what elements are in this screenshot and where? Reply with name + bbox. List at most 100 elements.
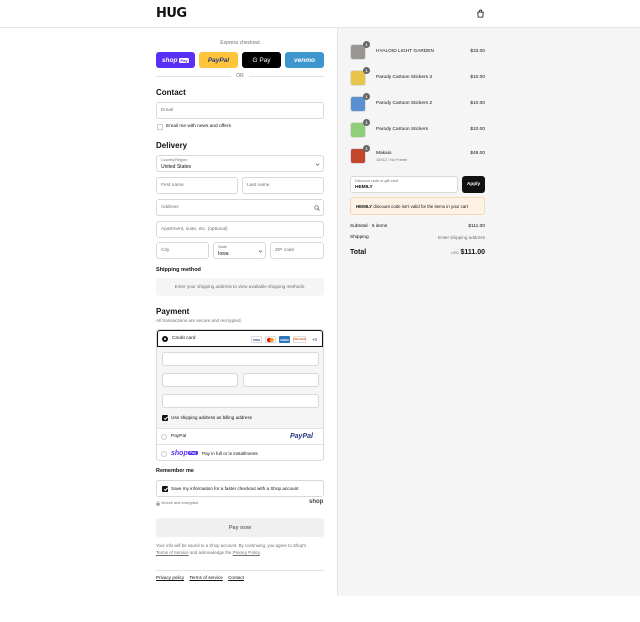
quantity-badge: 1 [363,41,370,48]
footer-divider [156,570,324,571]
legal-text: Your info will be saved to a Shop accoun… [156,542,324,556]
shipping-method-heading: Shipping method [156,267,201,273]
quantity-badge: 1 [363,67,370,74]
paypal-button[interactable]: PayPal [199,52,238,68]
legal-line-end: . [259,550,261,555]
city-field[interactable]: City [156,242,209,259]
privacy-policy-link[interactable]: Privacy Policy [233,550,260,555]
product-name: Parody Cartoon Stickers [376,127,428,132]
paypal-radio[interactable] [161,434,167,440]
card-form: Use shipping address as billing address [157,347,323,428]
paypal-label: PayPal [207,56,230,64]
footer-contact-link[interactable]: Contact [228,575,244,580]
billing-address-checkbox[interactable] [162,415,168,421]
venmo-button[interactable]: venmo [285,52,324,68]
lock-icon [156,501,160,506]
shop-logo: shop [309,499,324,505]
payment-heading: Payment [156,307,190,316]
product-name: Parody Cartoon Stickers 2 [376,101,432,106]
last-name-field[interactable]: Last name [242,177,324,194]
expiration-field[interactable] [162,373,238,387]
remember-me-label: Save my information for a faster checkou… [171,486,299,491]
product-variant: 10X12 / No Frame [376,158,408,162]
discount-error-code: HEMILY [356,203,373,209]
zip-placeholder: ZIP code [275,248,295,253]
security-code-field[interactable] [243,373,319,387]
footer-terms-link[interactable]: Terms of service [189,575,222,580]
remember-me-heading: Remember me [156,468,194,474]
discover-icon: DISCOVER [293,336,306,343]
email-field[interactable]: Email [156,102,324,119]
footer-privacy-link[interactable]: Privacy policy [156,575,184,580]
express-checkout-title: Express checkout [220,40,260,46]
product-price: $48.00 [470,151,485,156]
discount-error-banner: HEMILY discount code isn't valid for the… [350,197,485,215]
name-on-card-field[interactable] [162,394,319,408]
shop-pay-radio[interactable] [161,451,167,457]
first-name-field[interactable]: First name [156,177,238,194]
zip-field[interactable]: ZIP code [270,242,324,259]
country-select[interactable]: Country/Region United States [156,155,324,172]
footer-links: Privacy policy Terms of service Contact [156,575,244,580]
newsletter-label: Email me with news and offers [166,124,231,129]
order-line-item: 1 HYALOID LIGHT GARDEN $33.00 [350,41,485,62]
google-pay-button[interactable]: G Pay [242,52,281,68]
store-logo[interactable]: HUG [156,6,187,21]
amex-icon: AMEX [279,336,290,343]
product-name: Parody Cartoon Stickers 3 [376,75,432,80]
mastercard-icon [265,336,276,343]
payment-subtitle: All transactions are secure and encrypte… [156,318,242,323]
shop-pay-badge: Pay [178,57,190,63]
payment-methods: Credit card VISA AMEX DISCOVER +4 Use sh… [156,329,324,461]
contact-heading: Contact [156,88,186,97]
credit-card-radio[interactable] [162,336,168,342]
paypal-option[interactable]: PayPal PayPal [157,428,323,444]
subtotal-value: $111.00 [468,224,485,229]
discount-code-field[interactable]: Discount code or gift card HEMILY [350,176,458,193]
quantity-badge: 1 [363,145,370,152]
country-value: United States [161,164,192,170]
apply-discount-button[interactable]: Apply [462,176,485,193]
product-price: $10.00 [470,101,485,106]
shop-pay-option[interactable]: shop Pay Pay in full or in installments [157,444,323,460]
last-name-placeholder: Last name [247,183,270,188]
credit-card-option[interactable]: Credit card VISA AMEX DISCOVER +4 [157,330,323,347]
product-price: $10.00 [470,127,485,132]
order-line-item: 1 Parody Cartoon Stickers 3 $10.00 [350,67,485,88]
state-value: Iowa [218,251,229,257]
terms-of-service-link[interactable]: Terms of Service [156,550,189,555]
total-label: Total [350,249,367,256]
chevron-down-icon [315,163,320,166]
shipping-method-notice: Enter your shipping address to view avai… [156,278,324,296]
discount-error-message: discount code isn't valid for the items … [373,203,468,209]
state-select[interactable]: State Iowa [213,242,266,259]
order-line-item: 1 Makaio 10X12 / No Frame $48.00 [350,145,485,166]
country-label: Country/Region [161,158,188,162]
card-number-field[interactable] [162,352,319,366]
chevron-down-icon [258,250,263,253]
state-label: State [218,245,227,249]
shop-pay-button[interactable]: shop Pay [156,52,195,68]
credit-card-label: Credit card [172,336,196,341]
product-price: $10.00 [470,75,485,80]
product-price: $33.00 [470,49,485,54]
first-name-placeholder: First name [161,183,184,188]
remember-me-checkbox[interactable] [162,486,168,492]
shipping-label: Shipping [350,235,369,240]
pay-now-button[interactable]: Pay now [156,518,324,537]
order-line-item: 1 Parody Cartoon Stickers 2 $10.00 [350,93,485,114]
more-cards-count: +4 [312,337,317,342]
billing-address-label: Use shipping address as billing address [171,415,252,420]
address-field[interactable]: Address [156,199,324,216]
address-placeholder: Address [161,205,179,210]
legal-line-middle: and acknowledge the [189,550,232,555]
secure-encrypted-label: Secure and encrypted [161,501,199,505]
shopping-bag-icon[interactable] [476,9,485,18]
discount-error-text: HEMILY discount code isn't valid for the… [356,204,468,209]
total-value: $111.00 [460,249,485,256]
newsletter-checkbox[interactable] [157,124,163,130]
apartment-field[interactable]: Apartment, suite, etc. (optional) [156,221,324,238]
discount-code-value: HEMILY [355,185,373,190]
subtotal-label: Subtotal · 5 items [350,224,388,229]
search-icon [314,205,320,211]
